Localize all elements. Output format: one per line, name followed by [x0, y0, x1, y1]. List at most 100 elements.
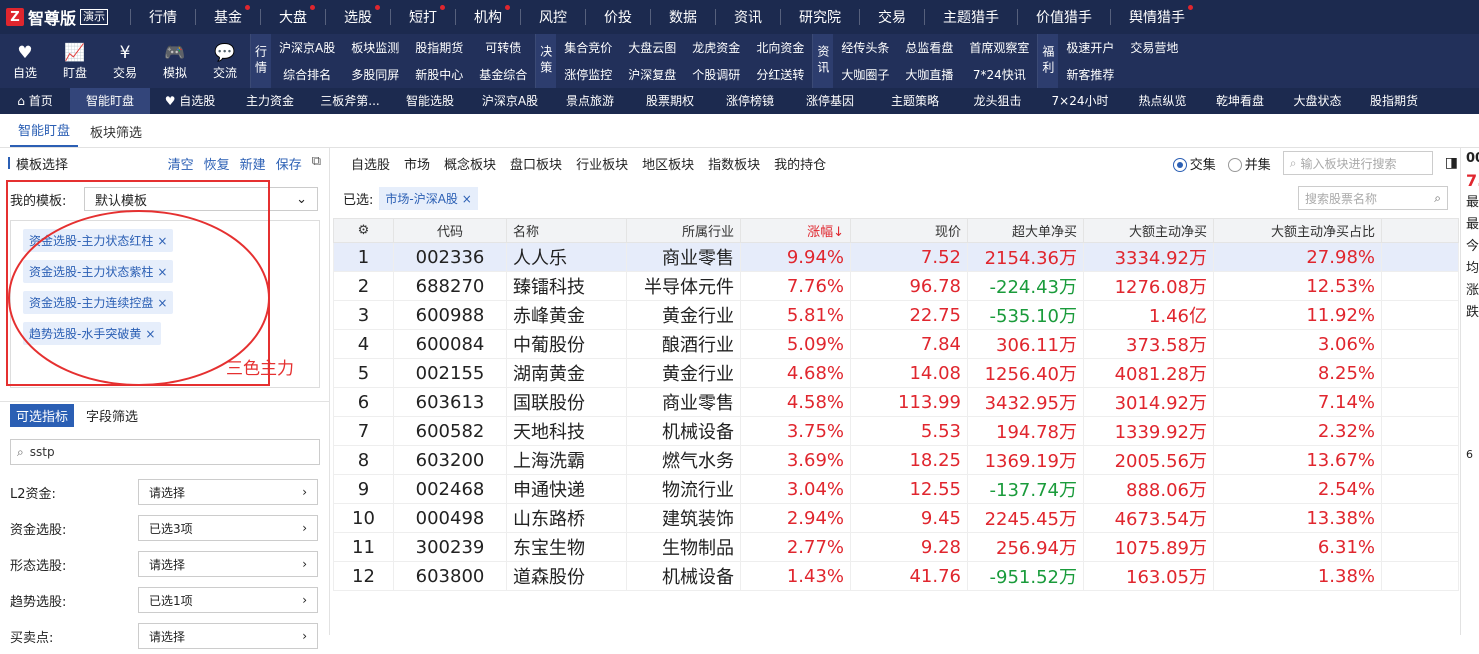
top-nav-item[interactable]: 资讯 [734, 7, 762, 27]
toolbar-link[interactable]: 个股调研 [684, 66, 748, 83]
table-row[interactable]: 5 002155 湖南黄金 黄金行业 4.68% 14.08 1256.40万 4081.28… [333, 358, 1459, 388]
sub-tab[interactable]: 智能盯盘 [10, 120, 79, 147]
page-tab[interactable]: 三板斧第... [310, 88, 390, 114]
toolbar-link[interactable]: 多股同屏 [343, 66, 407, 83]
toolbar-link[interactable]: 综合排名 [271, 66, 343, 83]
new-button[interactable]: 新建 [240, 154, 266, 173]
page-tab[interactable]: ⌂ 首页 [0, 88, 70, 114]
filter-select[interactable]: 请选择 › [138, 623, 318, 649]
indicator-tab[interactable]: 字段筛选 [80, 404, 144, 427]
column-header[interactable]: 超大单净买 [967, 218, 1084, 243]
toolbar-link[interactable]: 集合竞价 [556, 39, 620, 56]
toolbar-link[interactable]: 分红送转 [748, 66, 812, 83]
page-tab[interactable]: 沪深京A股 [470, 88, 550, 114]
toolbar-link[interactable]: 龙虎资金 [684, 39, 748, 56]
scope-tab[interactable]: 市场 [404, 154, 430, 173]
settings-icon[interactable]: ⚙ [333, 218, 394, 243]
table-row[interactable]: 12 603800 道森股份 机械设备 1.43% 41.76 -951.52万 163.05… [333, 561, 1459, 591]
top-nav-item[interactable]: 舆情猎手 [1129, 5, 1194, 27]
toolbar-button-chart[interactable]: 📈 盯盘 [50, 34, 100, 88]
column-header[interactable]: 大额主动净买占比 [1213, 218, 1382, 243]
filter-select[interactable]: 请选择 › [138, 479, 318, 505]
column-header[interactable]: 大额主动净买 [1083, 218, 1214, 243]
panel-toggle-icon[interactable]: ◨ [1445, 155, 1458, 171]
toolbar-link[interactable]: 极速开户 [1058, 39, 1122, 56]
copy-icon[interactable]: ⧉ [312, 154, 321, 173]
toolbar-link[interactable]: 涨停监控 [556, 66, 620, 83]
top-nav-item[interactable]: 价值猎手 [1036, 7, 1092, 27]
page-tab[interactable]: 涨停榜镜 [710, 88, 790, 114]
board-search-input[interactable]: ⌕ 输入板块进行搜索 [1282, 151, 1433, 175]
page-tab[interactable]: 大盘状态 [1280, 88, 1355, 114]
table-row[interactable]: 11 300239 东宝生物 生物制品 2.77% 9.28 256.94万 1075.89万… [333, 532, 1459, 562]
scope-tab[interactable]: 盘口板块 [510, 154, 562, 173]
page-tab[interactable]: 乾坤看盘 [1200, 88, 1280, 114]
toolbar-button-yen[interactable]: ¥ 交易 [100, 34, 150, 88]
toolbar-button-heart[interactable]: ♥ 自选 [0, 34, 50, 88]
toolbar-link[interactable]: 沪深京A股 [271, 39, 343, 56]
top-nav-item[interactable]: 机构 [474, 5, 511, 27]
toolbar-link[interactable]: 7*24快讯 [961, 66, 1037, 83]
toolbar-link[interactable]: 大咖直播 [897, 66, 961, 83]
page-tab[interactable]: 股指期货 [1355, 88, 1433, 114]
page-tab[interactable]: 股票期权 [630, 88, 710, 114]
top-nav-item[interactable]: 交易 [878, 7, 906, 27]
stock-search-input[interactable]: 搜索股票名称 ⌕ [1298, 186, 1448, 210]
toolbar-link[interactable]: 北向资金 [748, 39, 812, 56]
scope-tab[interactable]: 我的持仓 [774, 154, 826, 173]
toolbar-link[interactable]: 沪深复盘 [620, 66, 684, 83]
indicator-search-input[interactable]: ⌕ sstp [10, 439, 320, 465]
restore-button[interactable]: 恢复 [204, 154, 230, 173]
toolbar-link[interactable]: 板块监测 [343, 39, 407, 56]
table-row[interactable]: 7 600582 天地科技 机械设备 3.75% 5.53 194.78万 1339.92万 2… [333, 416, 1459, 446]
page-tab[interactable]: 主力资金 [230, 88, 310, 114]
page-tab[interactable]: 龙头狙击 [960, 88, 1035, 114]
page-tab[interactable]: 热点纵览 [1125, 88, 1200, 114]
toolbar-link[interactable]: 总监看盘 [897, 39, 961, 56]
toolbar-button-gamepad[interactable]: 🎮 模拟 [150, 34, 200, 88]
page-tab[interactable]: 涨停基因 [790, 88, 870, 114]
page-tab[interactable]: 智能盯盘 [70, 88, 150, 114]
save-button[interactable]: 保存 [276, 154, 302, 173]
scope-tab[interactable]: 指数板块 [708, 154, 760, 173]
toolbar-link[interactable]: 新股中心 [407, 66, 471, 83]
top-nav-item[interactable]: 短打 [409, 5, 446, 27]
column-header[interactable]: 涨幅↓ [740, 218, 851, 243]
column-header[interactable]: 代码 [393, 218, 507, 243]
filter-select[interactable]: 已选1项 › [138, 587, 318, 613]
toolbar-link[interactable]: 可转债 [471, 39, 535, 56]
filter-select[interactable]: 请选择 › [138, 551, 318, 577]
table-row[interactable]: 8 603200 上海洗霸 燃气水务 3.69% 18.25 1369.19万 2005.56… [333, 445, 1459, 475]
sub-tab[interactable]: 板块筛选 [82, 122, 150, 147]
table-row[interactable]: 1 002336 人人乐 商业零售 9.94% 7.52 2154.36万 3334.92万 2… [333, 242, 1459, 272]
mode-intersection[interactable]: 交集 [1172, 154, 1216, 173]
toolbar-link[interactable]: 经传头条 [833, 39, 897, 56]
top-nav-item[interactable]: 主题猎手 [943, 7, 999, 27]
top-nav-item[interactable]: 价投 [604, 7, 632, 27]
chosen-chip[interactable]: 市场-沪深A股 × [379, 186, 478, 210]
page-tab[interactable]: ♥ 自选股 [150, 88, 230, 114]
indicator-tab[interactable]: 可选指标 [10, 404, 75, 427]
filter-select[interactable]: 已选3项 › [138, 515, 318, 541]
mode-union[interactable]: 并集 [1227, 154, 1271, 173]
toolbar-link[interactable]: 股指期货 [407, 39, 471, 56]
table-row[interactable]: 10 000498 山东路桥 建筑装饰 2.94% 9.45 2245.45万 4673.54… [333, 503, 1459, 533]
toolbar-button-chat[interactable]: 💬 交流 [200, 34, 250, 88]
toolbar-link[interactable]: 基金综合 [471, 66, 535, 83]
top-nav-item[interactable]: 基金 [214, 5, 251, 27]
top-nav-item[interactable]: 数据 [669, 7, 697, 27]
toolbar-link[interactable]: 首席观察室 [961, 39, 1037, 56]
scope-tab[interactable]: 地区板块 [642, 154, 694, 173]
page-tab[interactable]: 景点旅游 [550, 88, 630, 114]
scope-tab[interactable]: 行业板块 [576, 154, 628, 173]
column-header[interactable]: 所属行业 [626, 218, 741, 243]
top-nav-item[interactable]: 大盘 [279, 5, 316, 27]
toolbar-link[interactable]: 大盘云图 [620, 39, 684, 56]
table-row[interactable]: 4 600084 中葡股份 酿酒行业 5.09% 7.84 306.11万 373.58万 3.… [333, 329, 1459, 359]
column-header[interactable]: 名称 [506, 218, 627, 243]
page-tab[interactable]: 主题策略 [870, 88, 960, 114]
scope-tab[interactable]: 自选股 [351, 154, 390, 173]
top-nav-item[interactable]: 研究院 [799, 7, 841, 27]
table-row[interactable]: 3 600988 赤峰黄金 黄金行业 5.81% 22.75 -535.10万 1.46亿 11… [333, 300, 1459, 330]
toolbar-link[interactable]: 大咖圈子 [833, 66, 897, 83]
